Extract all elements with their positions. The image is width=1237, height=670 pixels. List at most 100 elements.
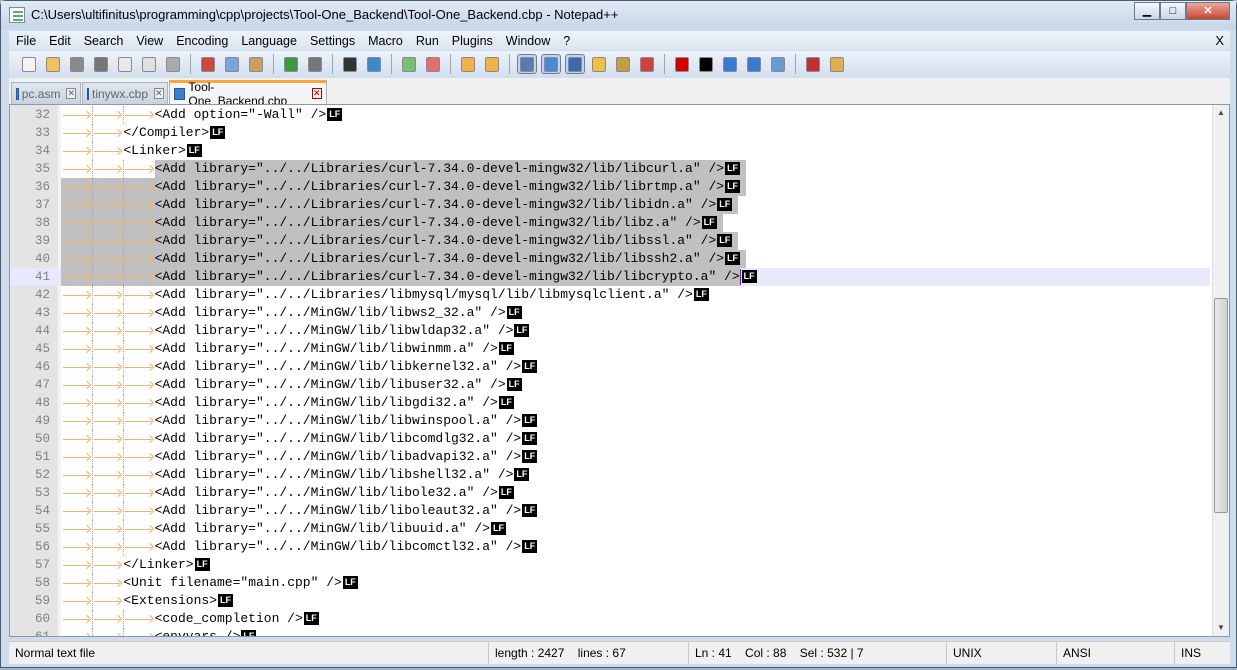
tab-arrow-icon xyxy=(123,358,154,376)
tab-arrow-icon xyxy=(123,502,154,520)
eol-marker: LF xyxy=(725,252,741,266)
tab-arrow-icon xyxy=(61,124,92,142)
eol-marker: LF xyxy=(725,180,741,194)
undo-button[interactable] xyxy=(281,54,301,74)
menu-language[interactable]: Language xyxy=(234,34,303,48)
eol-marker: LF xyxy=(522,360,538,374)
tab-close-icon[interactable]: ✕ xyxy=(311,88,322,99)
status-bar: Normal text file length : 2427 lines : 6… xyxy=(9,641,1230,664)
menu-search[interactable]: Search xyxy=(77,34,130,48)
eol-marker: LF xyxy=(194,558,210,572)
record-macro-button[interactable] xyxy=(672,54,692,74)
tab-arrow-icon xyxy=(123,520,154,538)
close-button[interactable] xyxy=(115,54,135,74)
menu-view[interactable]: View xyxy=(129,34,169,48)
copy-button[interactable] xyxy=(222,54,242,74)
line-text: <Add library="../../Libraries/curl-7.34.… xyxy=(154,197,717,212)
tab-arrow-icon xyxy=(61,556,92,574)
user-language-button[interactable] xyxy=(589,54,609,74)
tab-arrow-icon xyxy=(61,340,92,358)
status-eol[interactable]: UNIX xyxy=(947,642,1057,664)
show-all-chars-button[interactable] xyxy=(541,54,561,74)
print-icon xyxy=(166,56,180,72)
tab-arrow-icon xyxy=(92,304,123,322)
find-button[interactable] xyxy=(340,54,360,74)
menu-help[interactable]: ? xyxy=(556,34,576,48)
indent-guide-button[interactable] xyxy=(565,54,585,74)
indent-guide xyxy=(123,286,125,304)
open-file-button[interactable] xyxy=(43,54,63,74)
toolbar-separator xyxy=(190,54,191,74)
menu-settings[interactable]: Settings xyxy=(303,34,361,48)
cut-button[interactable] xyxy=(198,54,218,74)
new-file-button[interactable] xyxy=(19,54,39,74)
stop-macro-button[interactable] xyxy=(696,54,716,74)
menu-plugins[interactable]: Plugins xyxy=(445,34,499,48)
line-number: 51 xyxy=(34,450,50,464)
menu-run[interactable]: Run xyxy=(409,34,445,48)
code-line: 56 <Add library="../../MinGW/lib/libcomct… xyxy=(10,538,1210,556)
close-all-button[interactable] xyxy=(139,54,159,74)
tab-tool-one-backend-cbp[interactable]: Tool-One_Backend.cbp ✕ xyxy=(169,80,327,108)
scroll-down-arrow-icon[interactable]: ▼ xyxy=(1213,620,1229,636)
close-window-button[interactable]: ✕ xyxy=(1186,2,1230,20)
redo-button[interactable] xyxy=(305,54,325,74)
eol-marker: LF xyxy=(514,324,530,338)
maximize-button[interactable]: □ xyxy=(1160,2,1186,20)
tab-arrow-icon xyxy=(61,484,92,502)
sync-vertical-button[interactable] xyxy=(458,54,478,74)
user-language-icon xyxy=(592,56,606,72)
eol-marker: LF xyxy=(522,414,538,428)
sync-vertical-icon xyxy=(461,56,475,72)
word-wrap-button[interactable] xyxy=(517,54,537,74)
line-number: 49 xyxy=(34,414,50,428)
save-macro-button[interactable] xyxy=(768,54,788,74)
function-list-button[interactable] xyxy=(637,54,657,74)
tab-close-icon[interactable]: ✕ xyxy=(154,88,164,99)
menu-edit[interactable]: Edit xyxy=(42,34,77,48)
play-macro-button[interactable] xyxy=(720,54,740,74)
tab-pc-asm[interactable]: pc.asm ✕ xyxy=(11,82,81,104)
scroll-up-arrow-icon[interactable]: ▲ xyxy=(1213,105,1229,121)
tab-arrow-icon xyxy=(92,358,123,376)
line-content: <Add library="../../MinGW/lib/libwinspoo… xyxy=(61,412,538,430)
code-line: 33 </Compiler> LF xyxy=(10,124,1210,142)
line-number: 48 xyxy=(34,396,50,410)
print-button[interactable] xyxy=(163,54,183,74)
close-document-button[interactable]: X xyxy=(1215,33,1224,48)
scrollbar-thumb[interactable] xyxy=(1214,298,1228,514)
line-number: 37 xyxy=(34,198,50,212)
menu-window[interactable]: Window xyxy=(499,34,556,48)
save-button[interactable] xyxy=(67,54,87,74)
spell-check-button[interactable] xyxy=(803,54,823,74)
indent-guide xyxy=(92,196,94,214)
sync-horizontal-button[interactable] xyxy=(482,54,502,74)
indent-guide xyxy=(92,430,94,448)
tab-close-icon[interactable]: ✕ xyxy=(66,88,76,99)
code-editor[interactable]: ▲ ▼ 32 <Add option="-Wall" /> LF 33 </Compil… xyxy=(9,104,1230,637)
line-text: <Add library="../../MinGW/lib/libkernel3… xyxy=(154,359,522,374)
folder-link-button[interactable] xyxy=(827,54,847,74)
doc-map-button[interactable] xyxy=(613,54,633,74)
code-line: 36 <Add library="../../Libraries/curl-7.3… xyxy=(10,178,1210,196)
menu-file[interactable]: File xyxy=(9,34,42,48)
line-content: <Add library="../../MinGW/lib/libshell32… xyxy=(61,466,530,484)
line-content: <Add library="../../Libraries/curl-7.34.… xyxy=(61,268,757,286)
tab-label: pc.asm xyxy=(21,86,61,101)
menu-macro[interactable]: Macro xyxy=(361,34,409,48)
paste-button[interactable] xyxy=(246,54,266,74)
line-content: <Add library="../../Libraries/curl-7.34.… xyxy=(61,214,717,232)
indent-guide xyxy=(92,286,94,304)
zoom-out-button[interactable] xyxy=(423,54,443,74)
save-all-button[interactable] xyxy=(91,54,111,74)
zoom-in-button[interactable] xyxy=(399,54,419,74)
tab-label: tinywx.cbp xyxy=(92,86,149,101)
menu-encoding[interactable]: Encoding xyxy=(169,34,234,48)
tab-tinywx-cbp[interactable]: tinywx.cbp ✕ xyxy=(82,82,168,104)
vertical-scrollbar[interactable]: ▲ ▼ xyxy=(1212,105,1229,636)
replace-button[interactable] xyxy=(364,54,384,74)
run-macro-multiple-button[interactable] xyxy=(744,54,764,74)
line-number: 59 xyxy=(34,594,50,608)
line-content: <Add library="../../Libraries/curl-7.34.… xyxy=(61,250,741,268)
minimize-button[interactable]: ▁ xyxy=(1134,2,1160,20)
